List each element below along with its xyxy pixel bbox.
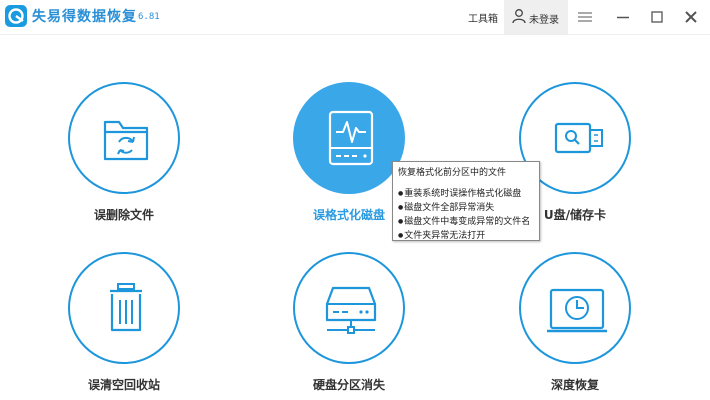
tile-label: 误删除文件 <box>93 208 154 222</box>
tile-deep-recovery[interactable]: 深度恢复 <box>502 252 652 400</box>
user-icon <box>512 8 526 28</box>
tooltip-title: 恢复格式化前分区中的文件 <box>398 168 507 178</box>
login-label: 未登录 <box>529 15 559 26</box>
disk-pulse-icon <box>328 110 374 166</box>
hard-drive-icon <box>325 286 377 334</box>
maximize-icon[interactable] <box>648 8 666 26</box>
tile-lost-partition[interactable]: 硬盘分区消失 <box>276 252 426 400</box>
monitor-clock-icon <box>547 288 607 333</box>
tile-recycle-bin[interactable]: 误清空回收站 <box>51 252 201 400</box>
tile-circle <box>68 82 180 194</box>
tooltip-item: 磁盘文件中毒变成异常的文件名 <box>398 215 534 229</box>
tile-circle <box>68 252 180 364</box>
tile-label: 误清空回收站 <box>87 378 160 392</box>
tooltip: 恢复格式化前分区中的文件 重装系统时误操作格式化磁盘 磁盘文件全部异常消失 磁盘… <box>392 161 540 241</box>
hamburger-icon[interactable] <box>576 8 594 26</box>
app-logo-icon <box>5 5 27 27</box>
app-version: 6.81 <box>138 12 160 22</box>
tile-circle <box>293 82 405 194</box>
login-button[interactable]: 未登录 <box>504 0 568 34</box>
tooltip-item: 重装系统时误操作格式化磁盘 <box>398 187 534 201</box>
tile-deleted-files[interactable]: 误删除文件 <box>51 82 201 242</box>
app-window: 失易得数据恢复 6.81 工具箱 未登录 误删除文件 误格式化磁盘 U盘/储存卡… <box>0 0 710 400</box>
title-bar: 失易得数据恢复 6.81 工具箱 未登录 <box>0 0 710 35</box>
tile-circle <box>519 252 631 364</box>
tile-label: 深度恢复 <box>550 378 599 392</box>
tile-circle <box>293 252 405 364</box>
close-icon[interactable] <box>682 8 700 26</box>
trash-icon <box>110 283 142 332</box>
tooltip-item: 磁盘文件全部异常消失 <box>398 201 534 215</box>
tooltip-item: 文件夹异常无法打开 <box>398 229 534 243</box>
folder-recycle-icon <box>103 120 149 161</box>
tile-label: 硬盘分区消失 <box>312 378 385 392</box>
minimize-icon[interactable] <box>614 8 632 26</box>
app-title: 失易得数据恢复 <box>32 9 137 25</box>
toolbox-button[interactable]: 工具箱 <box>468 10 498 25</box>
